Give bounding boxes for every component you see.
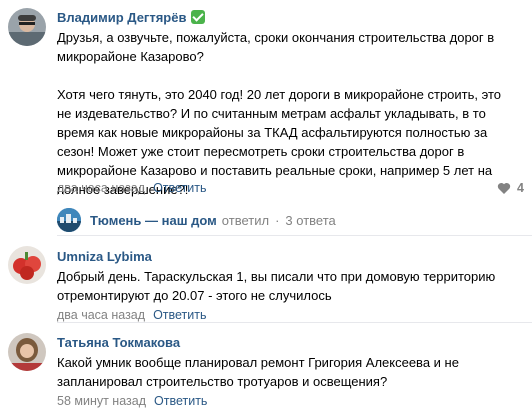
verified-icon [191,10,206,24]
comment-text: Какой умник вообще планировал ремонт Гри… [57,355,459,389]
reply-button[interactable]: Ответить [153,181,206,195]
comment-text: Добрый день. Тараскульская 1, вы писали … [57,269,496,303]
avatar[interactable] [8,333,46,371]
comment: Umniza Lybima Добрый день. Тараскульская… [0,236,532,322]
comment-author[interactable]: Umniza Lybima [57,249,152,264]
comment-time[interactable]: 58 минут назад [57,394,146,408]
comment: Владимир Дегтярёв Друзья, а озвучьте, по… [0,0,532,200]
like-count: 4 [517,181,524,195]
comment-time[interactable]: два часа назад [57,181,145,195]
community-avatar[interactable] [57,208,81,232]
thread-action: ответил [221,212,270,228]
like-button[interactable]: 4 [497,181,524,195]
author-name[interactable]: Владимир Дегтярёв [57,10,186,25]
comment-meta: 58 минут назад Ответить [57,394,207,408]
avatar[interactable] [8,8,46,46]
reply-button[interactable]: Ответить [153,308,206,322]
replies-count[interactable]: 3 ответа [285,213,335,228]
community-name[interactable]: Тюмень — наш дом [90,213,217,228]
comment-text: Друзья, а озвучьте, пожалуйста, сроки ок… [57,30,501,197]
separator-dot: · [275,212,280,228]
comment: Татьяна Токмакова Какой умник вообще пла… [0,323,532,414]
reply-button[interactable]: Ответить [154,394,207,408]
comment-time[interactable]: два часа назад [57,308,145,322]
replies-thread[interactable]: Тюмень — наш дом ответил · 3 ответа [57,208,336,232]
avatar[interactable] [8,246,46,284]
comment-meta: два часа назад Ответить [57,308,207,322]
comment-meta: два часа назад Ответить [57,181,207,195]
heart-icon [497,182,511,194]
comment-author[interactable]: Татьяна Токмакова [57,335,180,350]
comment-author[interactable]: Владимир Дегтярёв [57,10,206,25]
